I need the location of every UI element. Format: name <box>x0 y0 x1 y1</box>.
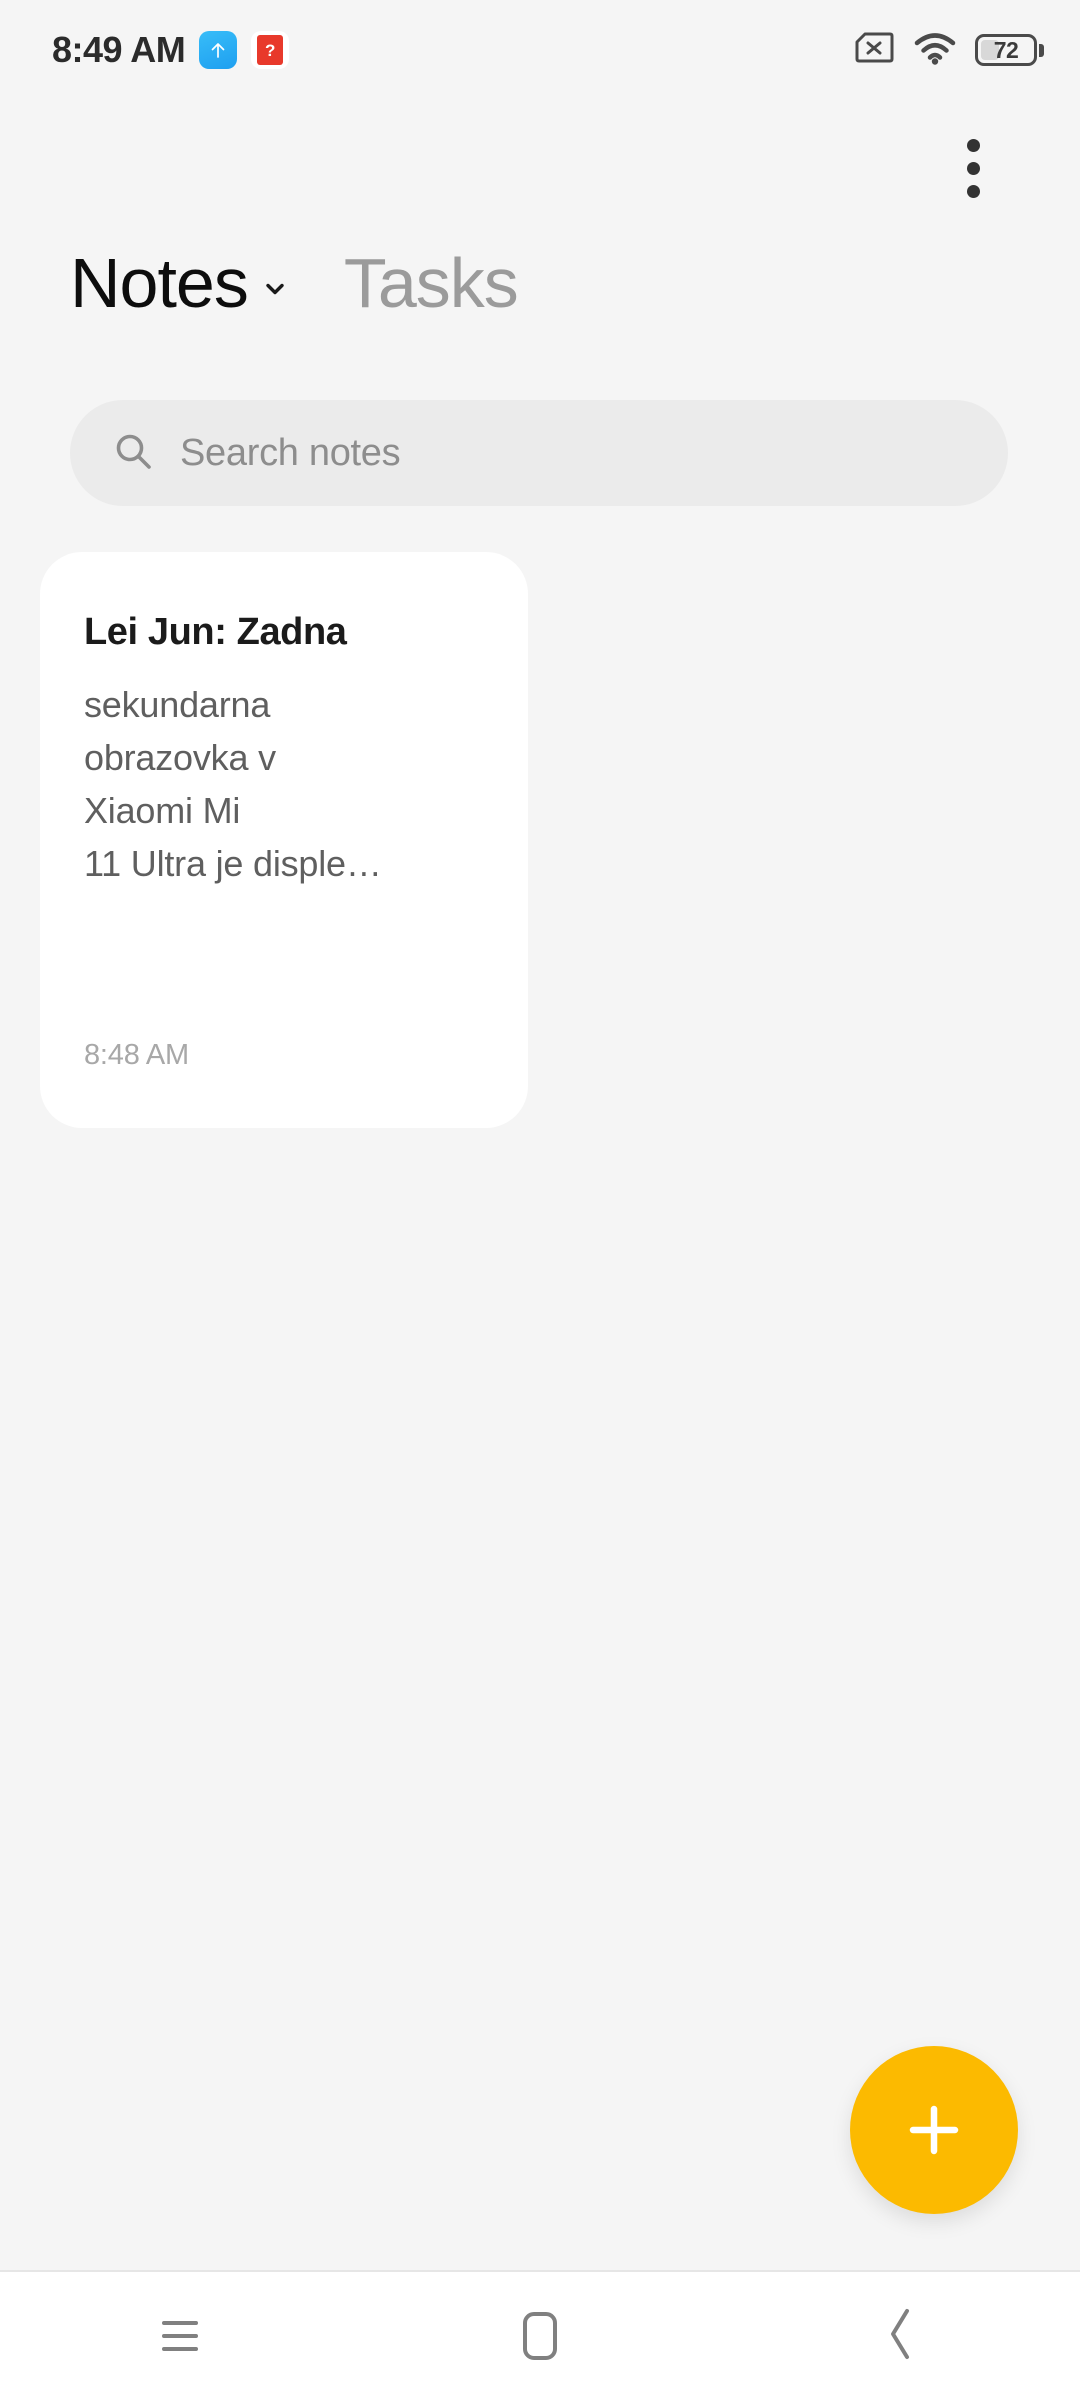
note-body: sekundarna obrazovka v Xiaomi Mi 11 Ultr… <box>84 683 382 885</box>
battery-level-label: 72 <box>993 36 1019 63</box>
add-note-fab[interactable] <box>850 2046 1018 2214</box>
miui-question-glyph: ? <box>257 35 284 65</box>
upload-arrow-icon <box>199 31 238 69</box>
note-timestamp: 8:48 AM <box>84 1039 189 1071</box>
tab-tasks[interactable]: Tasks <box>344 248 519 318</box>
nav-home-button[interactable] <box>460 2271 620 2400</box>
tab-notes[interactable]: Notes <box>70 248 286 318</box>
overflow-dot-1 <box>966 138 980 152</box>
wifi-icon <box>913 31 957 70</box>
android-navigation-bar <box>0 2270 1080 2400</box>
note-title: Lei Jun: Zadna <box>84 611 347 653</box>
notes-app-screen: 8:49 AM ? 72 Notes Tasks Search notes Le… <box>0 0 1080 2400</box>
chevron-down-icon[interactable] <box>264 278 286 300</box>
search-placeholder: Search notes <box>180 431 401 474</box>
plus-icon <box>909 2105 959 2155</box>
miui-notification-icon: ? <box>251 31 290 69</box>
nav-recents-button[interactable] <box>100 2271 260 2400</box>
tab-notes-label: Notes <box>70 244 249 322</box>
search-input[interactable]: Search notes <box>70 400 1008 506</box>
nav-back-button[interactable] <box>820 2271 980 2400</box>
status-bar-left: 8:49 AM ? <box>52 29 290 71</box>
battery-cap <box>1039 43 1044 57</box>
search-icon <box>112 430 154 477</box>
overflow-menu-button[interactable] <box>938 122 1008 214</box>
overflow-dot-3 <box>966 184 980 198</box>
note-card[interactable]: Lei Jun: Zadna sekundarna obrazovka v Xi… <box>40 552 528 1128</box>
status-bar-clock: 8:49 AM <box>52 29 186 70</box>
home-icon <box>523 2312 557 2360</box>
status-bar-right: 72 <box>853 31 1044 70</box>
battery-icon: 72 <box>975 34 1044 66</box>
recents-icon <box>162 2321 198 2351</box>
battery-body: 72 <box>975 34 1037 66</box>
no-sim-icon <box>853 31 895 70</box>
overflow-dot-2 <box>966 161 980 175</box>
tab-bar: Notes Tasks <box>70 248 519 318</box>
status-bar: 8:49 AM ? 72 <box>0 0 1080 100</box>
back-chevron-icon <box>884 2307 916 2366</box>
